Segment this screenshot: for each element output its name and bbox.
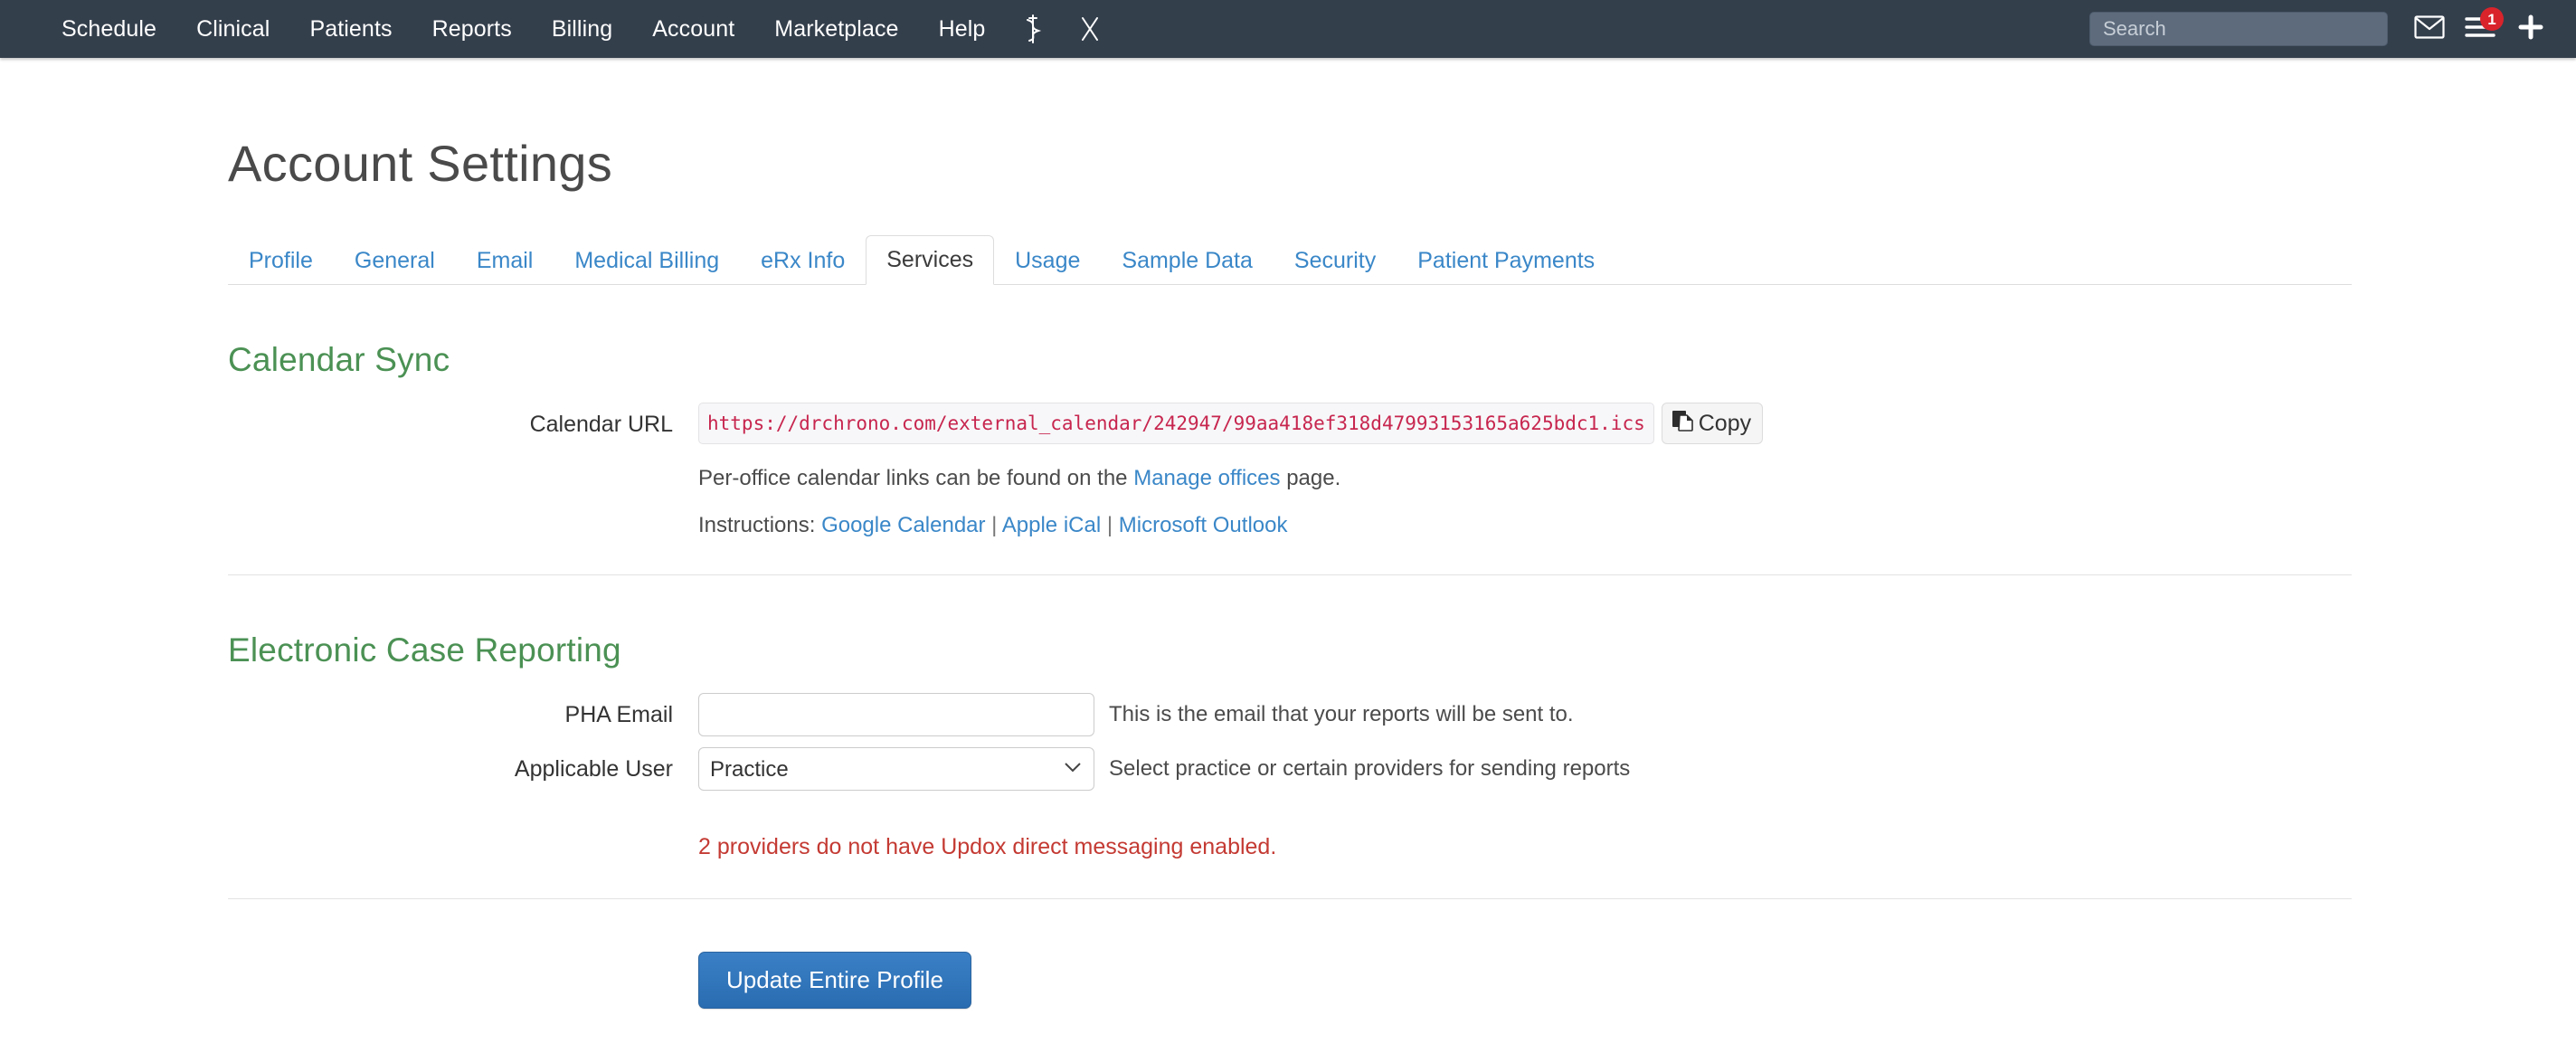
search-container (2089, 12, 2388, 46)
apple-ical-link[interactable]: Apple iCal (1002, 513, 1101, 537)
top-navbar: Schedule Clinical Patients Reports Billi… (0, 0, 2576, 58)
nav-link-marketplace[interactable]: Marketplace (754, 0, 918, 61)
notifications-menu-button[interactable]: 1 (2455, 4, 2505, 54)
microsoft-outlook-link[interactable]: Microsoft Outlook (1119, 513, 1288, 537)
copy-button[interactable]: Copy (1661, 403, 1764, 444)
calendar-url-value[interactable]: https://drchrono.com/external_calendar/2… (698, 403, 1654, 444)
nav-link-schedule[interactable]: Schedule (42, 0, 176, 61)
instructions-separator-1: | (985, 513, 1002, 537)
tab-profile[interactable]: Profile (228, 236, 334, 285)
applicable-user-field: Practice Select practice or certain prov… (698, 747, 1630, 791)
calendar-url-field: https://drchrono.com/external_calendar/2… (698, 403, 1764, 444)
pha-email-input[interactable] (698, 693, 1094, 736)
tab-security[interactable]: Security (1274, 236, 1397, 285)
tab-erx-info[interactable]: eRx Info (740, 236, 866, 285)
pha-email-help: This is the email that your reports will… (1109, 702, 1574, 726)
per-office-note: Per-office calendar links can be found o… (698, 460, 1340, 497)
applicable-user-row: Applicable User Practice Select practice… (228, 747, 2576, 791)
google-calendar-link[interactable]: Google Calendar (821, 513, 985, 537)
tab-email[interactable]: Email (456, 236, 554, 285)
form-actions: Update Entire Profile (698, 952, 2576, 1009)
calendar-url-row: Calendar URL https://drchrono.com/extern… (228, 403, 2576, 446)
applicable-user-select[interactable]: Practice (698, 747, 1094, 791)
calendar-sync-heading: Calendar Sync (228, 341, 450, 378)
electronic-case-reporting-heading: Electronic Case Reporting (228, 631, 621, 669)
page-content: Account Settings Profile General Email M… (0, 134, 2576, 1009)
update-entire-profile-button[interactable]: Update Entire Profile (698, 952, 971, 1009)
nav-link-patients[interactable]: Patients (289, 0, 412, 61)
pha-email-label: PHA Email (564, 702, 673, 727)
nav-link-help[interactable]: Help (919, 0, 1006, 61)
section-divider-2 (228, 898, 2352, 899)
nav-link-clinical[interactable]: Clinical (176, 0, 289, 61)
copy-button-label: Copy (1698, 410, 1752, 436)
envelope-icon (2414, 14, 2445, 43)
page-title: Account Settings (228, 135, 613, 192)
per-office-note-suffix: page. (1280, 466, 1341, 490)
navbar-right: 1 (2089, 4, 2556, 54)
pha-email-row: PHA Email This is the email that your re… (228, 693, 2576, 736)
nav-links: Schedule Clinical Patients Reports Billi… (42, 0, 1119, 61)
per-office-note-prefix: Per-office calendar links can be found o… (698, 466, 1134, 490)
manage-offices-link[interactable]: Manage offices (1133, 466, 1280, 490)
add-button[interactable] (2505, 4, 2556, 54)
tab-medical-billing[interactable]: Medical Billing (554, 236, 740, 285)
tab-sample-data[interactable]: Sample Data (1101, 236, 1274, 285)
updox-warning-message: 2 providers do not have Updox direct mes… (698, 834, 1277, 859)
applicable-user-help: Select practice or certain providers for… (1109, 756, 1631, 781)
copy-icon (1672, 409, 1695, 439)
calendar-url-label: Calendar URL (529, 412, 673, 437)
calendar-notes-row: Per-office calendar links can be found o… (228, 450, 2576, 544)
instructions-separator-2: | (1101, 513, 1119, 537)
tab-patient-payments[interactable]: Patient Payments (1397, 236, 1615, 285)
section-divider-1 (228, 574, 2352, 575)
instructions-note: Instructions: Google Calendar | Apple iC… (698, 508, 1340, 544)
tab-general[interactable]: General (334, 236, 456, 285)
settings-tabs: Profile General Email Medical Billing eR… (228, 232, 2352, 285)
pha-email-field: This is the email that your reports will… (698, 693, 1574, 736)
instructions-label: Instructions: (698, 513, 822, 537)
plus-icon (2517, 14, 2544, 45)
notification-badge: 1 (2480, 7, 2504, 31)
calendar-notes: Per-office calendar links can be found o… (698, 450, 1340, 544)
applicable-user-label: Applicable User (514, 756, 673, 782)
messages-button[interactable] (2404, 4, 2455, 54)
caduceus-icon[interactable] (1005, 1, 1061, 57)
scissors-icon[interactable] (1061, 3, 1119, 55)
nav-link-reports[interactable]: Reports (412, 0, 532, 61)
applicable-user-select-wrap: Practice (698, 747, 1094, 791)
search-input[interactable] (2089, 12, 2388, 46)
tab-services[interactable]: Services (866, 235, 995, 285)
tab-usage[interactable]: Usage (994, 236, 1101, 285)
nav-link-account[interactable]: Account (632, 0, 754, 61)
nav-link-billing[interactable]: Billing (532, 0, 632, 61)
